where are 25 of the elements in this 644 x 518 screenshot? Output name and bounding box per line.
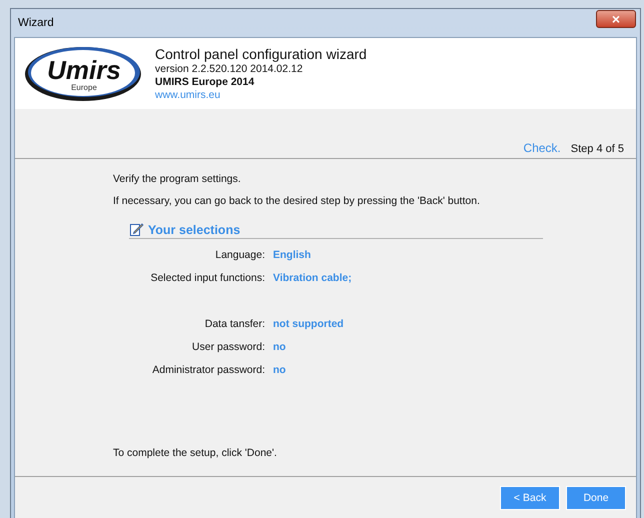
instruction-text: Verify the program settings. — [113, 173, 242, 186]
back-button[interactable]: < Back — [500, 486, 560, 510]
completion-text: To complete the setup, click 'Done'. — [15, 447, 636, 477]
setting-value: no — [273, 340, 287, 354]
done-button[interactable]: Done — [566, 486, 626, 510]
setting-value: not supported — [273, 317, 345, 331]
close-button[interactable]: × — [596, 10, 636, 28]
setting-value: Vibration cable; — [273, 271, 353, 285]
setting-label: Selected input functions: — [150, 271, 265, 285]
version-text: version 2.2.520.120 2014.02.12 — [155, 63, 304, 76]
setting-value: no — [273, 363, 287, 377]
setting-label: Administrator password: — [151, 363, 265, 377]
wizard-title: Control panel configuration wizard — [155, 45, 367, 63]
setting-label: Language: — [214, 248, 265, 262]
edit-note-icon — [129, 222, 144, 237]
section-title: Your selections — [148, 222, 240, 236]
website-link[interactable]: www.umirs.eu — [155, 89, 220, 101]
company-name: UMIRS Europe 2014 — [155, 76, 256, 89]
setting-label: Data tansfer: — [204, 317, 265, 331]
step-counter: Step 4 of 5 — [570, 143, 624, 155]
setting-label: User password: — [191, 340, 265, 354]
instruction-text: If necessary, you can go back to the desired step by pressing the 'Back' button. — [113, 195, 481, 208]
setting-value: English — [273, 248, 312, 262]
window-title: Wizard — [18, 17, 54, 29]
step-name: Check. — [523, 141, 561, 155]
